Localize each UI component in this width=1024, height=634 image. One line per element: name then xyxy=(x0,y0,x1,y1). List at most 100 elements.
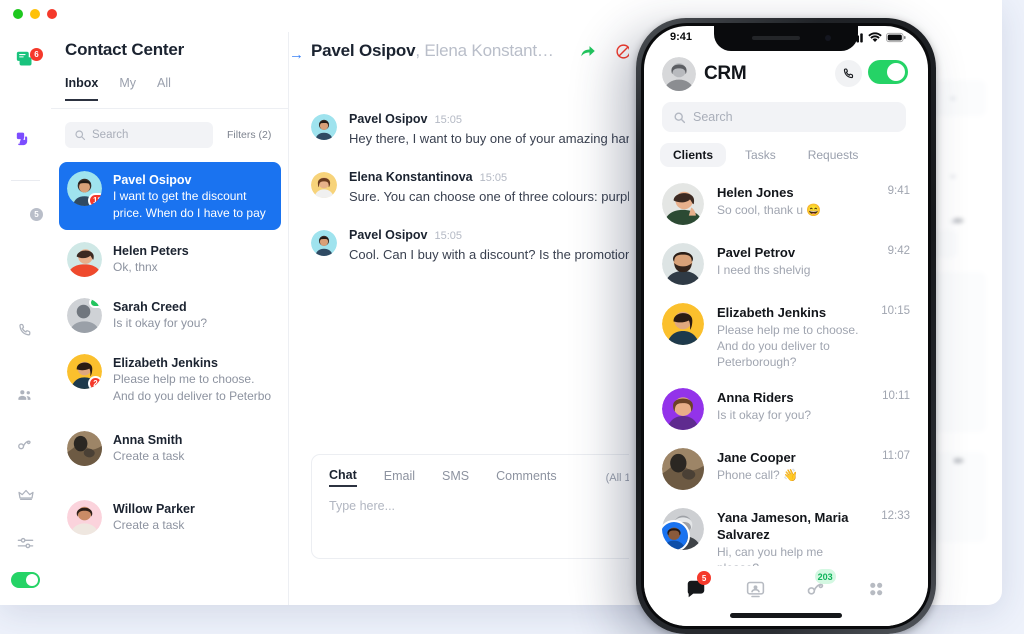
avatar xyxy=(67,298,102,333)
phone-list-item[interactable]: Jane Cooper Phone call? 👋 11:07 xyxy=(644,439,928,499)
wifi-icon xyxy=(868,32,882,43)
chat-panel: → Pavel Osipov, Elena Konstant… Pavel Os… xyxy=(289,32,629,605)
nav-badge-chats: 5 xyxy=(697,571,712,585)
phone-item-name: Elizabeth Jenkins xyxy=(717,305,827,320)
chat-title: Pavel Osipov, Elena Konstant… xyxy=(311,41,554,61)
rail-online-toggle[interactable] xyxy=(0,562,51,598)
phone-item-time: 10:11 xyxy=(882,390,910,402)
composer-input[interactable]: Type here... xyxy=(329,499,395,513)
message-head: Pavel Osipov 15:05 xyxy=(349,228,629,242)
hand-pointer-icon xyxy=(16,132,27,146)
message-text: Cool. Can I buy with a discount? Is the … xyxy=(349,247,629,262)
phone-item-name: Jane Cooper xyxy=(717,450,796,465)
phone-tab-requests[interactable]: Requests xyxy=(795,143,872,167)
phone-item-text: Jane Cooper Phone call? 👋 xyxy=(717,448,869,490)
chevron-down-icon: ⌄ xyxy=(948,167,959,181)
avatar: 2 xyxy=(67,354,102,389)
tab-all[interactable]: All xyxy=(157,76,171,101)
phone-list-item[interactable]: Helen Jones So cool, thank u 😄 9:41 xyxy=(644,174,928,234)
phone-notch xyxy=(714,26,858,51)
search-icon xyxy=(674,111,686,123)
tabs-divider xyxy=(51,108,289,109)
message-time: 15:05 xyxy=(434,114,463,126)
message-time: 15:05 xyxy=(434,230,463,242)
avatar xyxy=(67,500,102,535)
forward-icon[interactable] xyxy=(579,42,597,60)
rail-item-chats[interactable]: 6 xyxy=(0,42,51,78)
avatar-man-blue xyxy=(662,522,688,550)
nav-contacts[interactable] xyxy=(865,578,887,600)
contact-preview: I want to get the discount price. When d… xyxy=(113,189,266,220)
phone-item-preview: Is it okay for you? xyxy=(717,408,812,422)
phone-list-item[interactable]: Anna Riders Is it okay for you? 10:11 xyxy=(644,379,928,439)
search-input[interactable]: Search xyxy=(65,122,213,148)
composer-tabs: Chat Email SMS Comments (All 10) xyxy=(329,468,629,487)
nav-deals[interactable] xyxy=(745,579,766,600)
phone-item-preview: Please help me to choose. And do you del… xyxy=(717,323,859,369)
phone-search-placeholder: Search xyxy=(693,110,733,124)
message-body-wrap: Pavel Osipov 15:05 Hey there, I want to … xyxy=(349,112,629,149)
message-body-wrap: Elena Konstantinova 15:05 Sure. You can … xyxy=(349,170,629,207)
tab-my[interactable]: My xyxy=(119,76,136,101)
contact-text: Elizabeth Jenkins Please help me to choo… xyxy=(113,354,272,404)
avatar-man-beard xyxy=(662,243,704,285)
composer-tab-comments[interactable]: Comments xyxy=(496,469,556,486)
rail-item-settings[interactable] xyxy=(0,525,51,561)
composer-tab-chat[interactable]: Chat xyxy=(329,468,357,487)
window-maximize-dot[interactable] xyxy=(47,9,57,19)
contact-row-pavel-osipov[interactable]: 12 Pavel Osipov I want to get the discou… xyxy=(59,162,281,230)
block-icon[interactable] xyxy=(615,43,629,60)
phone-item-time: 11:07 xyxy=(882,450,910,462)
rail-item-crown[interactable] xyxy=(0,477,51,513)
avatar-woman-yellow xyxy=(662,303,704,345)
avatar-woman-grey xyxy=(662,57,696,91)
contact-preview: Please help me to choose. And do you del… xyxy=(113,372,272,403)
composer-tab-sms[interactable]: SMS xyxy=(442,469,469,486)
online-badge xyxy=(89,298,102,310)
phone-item-time: 9:42 xyxy=(887,245,910,257)
phone-online-toggle[interactable] xyxy=(868,60,908,84)
unread-badge: 2 xyxy=(88,376,102,389)
nav-chats[interactable]: 5 xyxy=(685,571,712,600)
avatar-woman-purple xyxy=(662,388,704,430)
tab-inbox[interactable]: Inbox xyxy=(65,76,99,101)
phone-list-item[interactable]: Pavel Petrov I need ths shelvig 9:42 xyxy=(644,234,928,294)
window-minimize-dot[interactable] xyxy=(30,9,40,19)
phone-tab-tasks[interactable]: Tasks xyxy=(732,143,789,167)
contact-row-helen-peters[interactable]: Helen Peters Ok, thnx xyxy=(59,233,281,286)
contact-preview: Ok, thnx xyxy=(113,260,158,274)
rail-item-contacts[interactable] xyxy=(0,377,51,413)
window-close-dot[interactable] xyxy=(13,9,23,19)
avatar-group xyxy=(662,508,704,550)
phone-item-name: Pavel Petrov xyxy=(717,245,796,260)
rail-item-calls[interactable] xyxy=(0,312,51,348)
contact-name: Helen Peters xyxy=(113,244,189,258)
phone-list-item[interactable]: Elizabeth Jenkins Please help me to choo… xyxy=(644,294,928,379)
avatar xyxy=(662,388,704,430)
search-icon xyxy=(75,130,86,141)
battery-icon xyxy=(886,32,906,43)
phone-tabs: Clients Tasks Requests xyxy=(660,143,871,167)
contact-name: Sarah Creed xyxy=(113,300,187,314)
rail-item-deals[interactable]: 5 xyxy=(0,122,51,221)
phone-call-button[interactable] xyxy=(835,60,862,87)
unread-badge: 12 xyxy=(88,193,102,206)
phone-tab-clients[interactable]: Clients xyxy=(660,143,727,167)
avatar-dark-photo xyxy=(662,448,704,490)
contact-row-willow-parker[interactable]: Willow Parker Create a task xyxy=(59,491,281,544)
contact-row-sarah-creed[interactable]: Sarah Creed Is it okay for you? xyxy=(59,289,281,342)
phone-search-input[interactable]: Search xyxy=(662,102,906,132)
composer-tab-email[interactable]: Email xyxy=(384,469,415,486)
list-tabs: Inbox My All xyxy=(65,76,171,101)
avatar xyxy=(662,243,704,285)
phone-user-avatar[interactable] xyxy=(662,57,696,91)
nav-leads[interactable]: 203 xyxy=(805,569,836,600)
assign-arrow-icon[interactable]: → xyxy=(289,46,304,63)
contact-row-elizabeth-jenkins[interactable]: 2 Elizabeth Jenkins Please help me to ch… xyxy=(59,345,281,413)
contact-row-anna-smith[interactable]: Anna Smith Create a task xyxy=(59,422,281,475)
rail-item-leads[interactable]: 27 xyxy=(0,427,51,463)
status-time: 9:41 xyxy=(670,31,693,43)
avatar: 12 xyxy=(67,171,102,206)
filters-button[interactable]: Filters (2) xyxy=(227,129,271,141)
chat-header: → Pavel Osipov, Elena Konstant… xyxy=(289,32,629,79)
